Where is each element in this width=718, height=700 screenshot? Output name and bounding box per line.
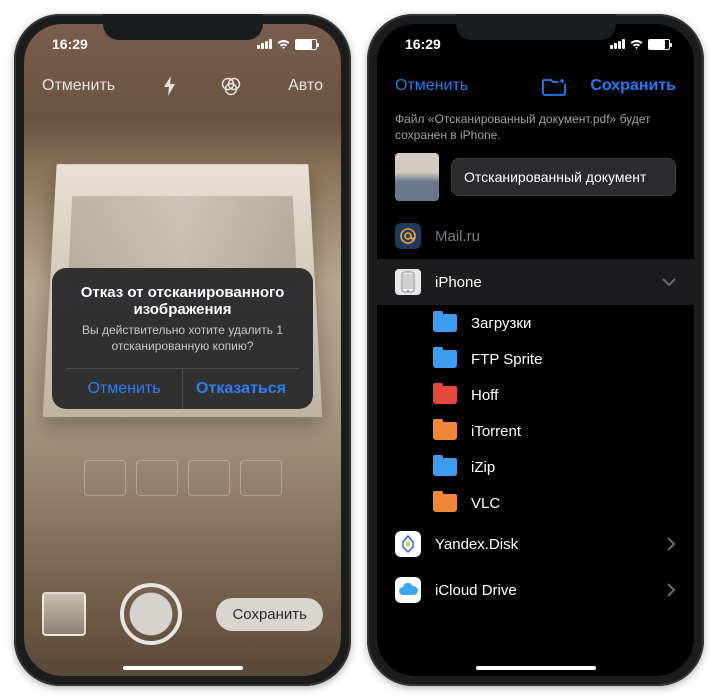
location-label: Mail.ru (435, 228, 676, 245)
dialog-body: Вы действительно хотите удалить 1 отскан… (66, 322, 299, 368)
iphone-folders: Загрузки FTP Sprite Hoff iTorrent iZip VLC (377, 305, 694, 521)
dialog-cancel-button[interactable]: Отменить (66, 369, 182, 409)
mailru-icon (395, 223, 421, 249)
folder-label: FTP Sprite (471, 351, 676, 368)
folder-icon (433, 494, 457, 512)
chevron-down-icon (662, 278, 676, 287)
wifi-icon (276, 39, 291, 50)
status-indicators (600, 39, 670, 50)
cancel-button[interactable]: Отменить (395, 77, 468, 95)
folder-item[interactable]: VLC (377, 485, 694, 521)
folder-item[interactable]: FTP Sprite (377, 341, 694, 377)
status-time: 16:29 (405, 36, 465, 52)
battery-icon (295, 39, 317, 50)
screen-scanner: 16:29 Отменить Авто Отказ от отсканирова… (24, 24, 341, 676)
save-button[interactable]: Сохранить (590, 77, 676, 95)
status-time: 16:29 (52, 36, 112, 52)
notch (103, 14, 263, 40)
scan-thumbnail[interactable] (42, 592, 86, 636)
location-yandex[interactable]: Yandex.Disk (377, 521, 694, 567)
status-indicators (247, 39, 317, 50)
save-info-text: Файл «Отсканированный документ.pdf» буде… (377, 108, 694, 153)
document-name-field[interactable]: Отсканированный документ (451, 158, 676, 196)
location-iphone[interactable]: iPhone (377, 259, 694, 305)
save-button[interactable]: Сохранить (216, 598, 323, 631)
flash-icon[interactable] (163, 76, 177, 96)
confirm-dialog: Отказ от отсканированного изображения Вы… (52, 268, 313, 409)
cancel-button[interactable]: Отменить (42, 77, 115, 95)
dialog-discard-button[interactable]: Отказаться (182, 369, 299, 409)
folder-icon (433, 386, 457, 404)
dialog-title: Отказ от отсканированного изображения (66, 284, 299, 318)
folder-label: Загрузки (471, 315, 676, 332)
folder-icon (433, 458, 457, 476)
folder-label: VLC (471, 495, 676, 512)
folder-label: Hoff (471, 387, 676, 404)
battery-icon (648, 39, 670, 50)
cellular-icon (610, 39, 625, 49)
files-toolbar: Отменить Сохранить (377, 64, 694, 108)
new-folder-icon[interactable] (542, 76, 568, 96)
folder-icon (433, 314, 457, 332)
home-indicator[interactable] (476, 666, 596, 670)
location-label: Yandex.Disk (435, 536, 653, 553)
location-mailru[interactable]: Mail.ru (377, 213, 694, 259)
icloud-icon (395, 577, 421, 603)
folder-item[interactable]: iZip (377, 449, 694, 485)
yandex-icon (395, 531, 421, 557)
cellular-icon (257, 39, 272, 49)
folder-item[interactable]: iTorrent (377, 413, 694, 449)
folder-label: iTorrent (471, 423, 676, 440)
folder-label: iZip (471, 459, 676, 476)
auto-button[interactable]: Авто (288, 77, 323, 95)
location-label: iCloud Drive (435, 582, 653, 599)
folder-item[interactable]: Загрузки (377, 305, 694, 341)
filter-icon[interactable] (221, 76, 241, 96)
chevron-right-icon (667, 583, 676, 597)
document-thumbnail (395, 153, 439, 201)
screen-files: 16:29 Отменить Сохранить Файл «Отсканиро… (377, 24, 694, 676)
locations-list: Mail.ru iPhone Загрузки FTP Sprite Hoff iTo… (377, 213, 694, 613)
wifi-icon (629, 39, 644, 50)
scanner-toolbar: Отменить Авто (24, 64, 341, 108)
iphone-icon (395, 269, 421, 295)
shutter-button[interactable] (120, 583, 182, 645)
phone-left: 16:29 Отменить Авто Отказ от отсканирова… (14, 14, 351, 686)
home-indicator[interactable] (123, 666, 243, 670)
scanner-bottom-bar: Сохранить (24, 566, 341, 676)
phone-right: 16:29 Отменить Сохранить Файл «Отсканиро… (367, 14, 704, 686)
chevron-right-icon (667, 537, 676, 551)
document-row: Отсканированный документ (377, 153, 694, 213)
location-label: iPhone (435, 274, 648, 291)
location-icloud[interactable]: iCloud Drive (377, 567, 694, 613)
paper-badges (84, 460, 282, 496)
notch (456, 14, 616, 40)
folder-icon (433, 350, 457, 368)
folder-icon (433, 422, 457, 440)
folder-item[interactable]: Hoff (377, 377, 694, 413)
